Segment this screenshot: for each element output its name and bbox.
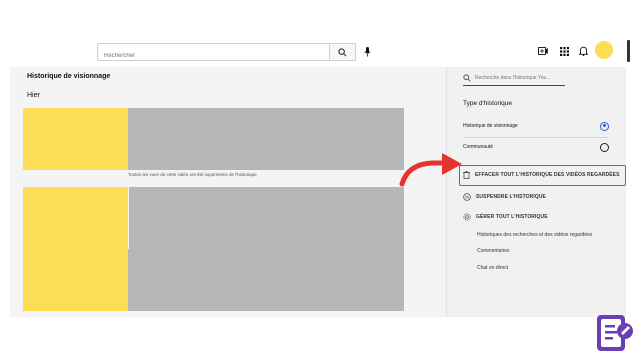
- video-item[interactable]: [128, 249, 404, 311]
- pause-history-button[interactable]: SUSPENDRE L'HISTORIQUE: [463, 193, 546, 201]
- voice-search-button[interactable]: [360, 43, 374, 61]
- pause-history-label: SUSPENDRE L'HISTORIQUE: [476, 194, 546, 200]
- history-search[interactable]: Recherche dans l'historique You...: [463, 71, 565, 86]
- video-thumbnail[interactable]: [23, 187, 128, 249]
- page-scrollbar[interactable]: [627, 40, 630, 62]
- radio-unselected[interactable]: [600, 142, 609, 152]
- create-icon: [538, 47, 548, 55]
- video-item[interactable]: [129, 187, 404, 249]
- site-logo-icon: [597, 315, 633, 351]
- notifications-button[interactable]: [576, 44, 590, 58]
- video-thumbnail[interactable]: [23, 108, 128, 170]
- gear-icon: [463, 213, 471, 221]
- bell-icon: [578, 46, 588, 56]
- search-input[interactable]: [98, 48, 329, 64]
- manage-history-button[interactable]: GÉRER TOUT L'HISTORIQUE: [463, 213, 548, 221]
- apps-button[interactable]: [557, 44, 571, 58]
- search-box[interactable]: [97, 43, 330, 64]
- create-button[interactable]: [536, 44, 550, 58]
- search-icon: [463, 74, 471, 82]
- video-thumbnail[interactable]: [23, 249, 128, 311]
- date-group-heading: Hier: [27, 92, 40, 99]
- apps-icon: [559, 46, 569, 56]
- manage-history-label: GÉRER TOUT L'HISTORIQUE: [476, 214, 548, 220]
- link-comments[interactable]: Commentaires: [477, 248, 510, 254]
- radio-selected[interactable]: [600, 121, 609, 131]
- link-live-chat[interactable]: Chat en direct: [477, 265, 508, 271]
- search-icon: [338, 47, 347, 56]
- avatar[interactable]: [595, 41, 613, 59]
- option-watch-history[interactable]: Historique de visionnage: [463, 119, 609, 133]
- option-community[interactable]: Communauté: [463, 140, 609, 154]
- option-label: Historique de visionnage: [463, 123, 518, 129]
- divider: [463, 137, 609, 138]
- red-arrow-annotation: [399, 153, 462, 187]
- history-type-heading: Type d'historique: [463, 100, 512, 107]
- pause-icon: [463, 193, 471, 201]
- video-item[interactable]: [128, 108, 404, 170]
- page-title: Historique de visionnage: [27, 73, 111, 80]
- mic-icon: [363, 47, 371, 57]
- highlight-annotation: [459, 165, 626, 186]
- option-label: Communauté: [463, 144, 494, 150]
- removed-notice: Toutes les vues de cette vidéo ont été s…: [128, 172, 257, 177]
- search-button[interactable]: [330, 43, 356, 61]
- history-search-placeholder: Recherche dans l'historique You...: [475, 75, 551, 81]
- link-search-watch-history[interactable]: Historiques des recherches et des vidéos…: [477, 232, 592, 238]
